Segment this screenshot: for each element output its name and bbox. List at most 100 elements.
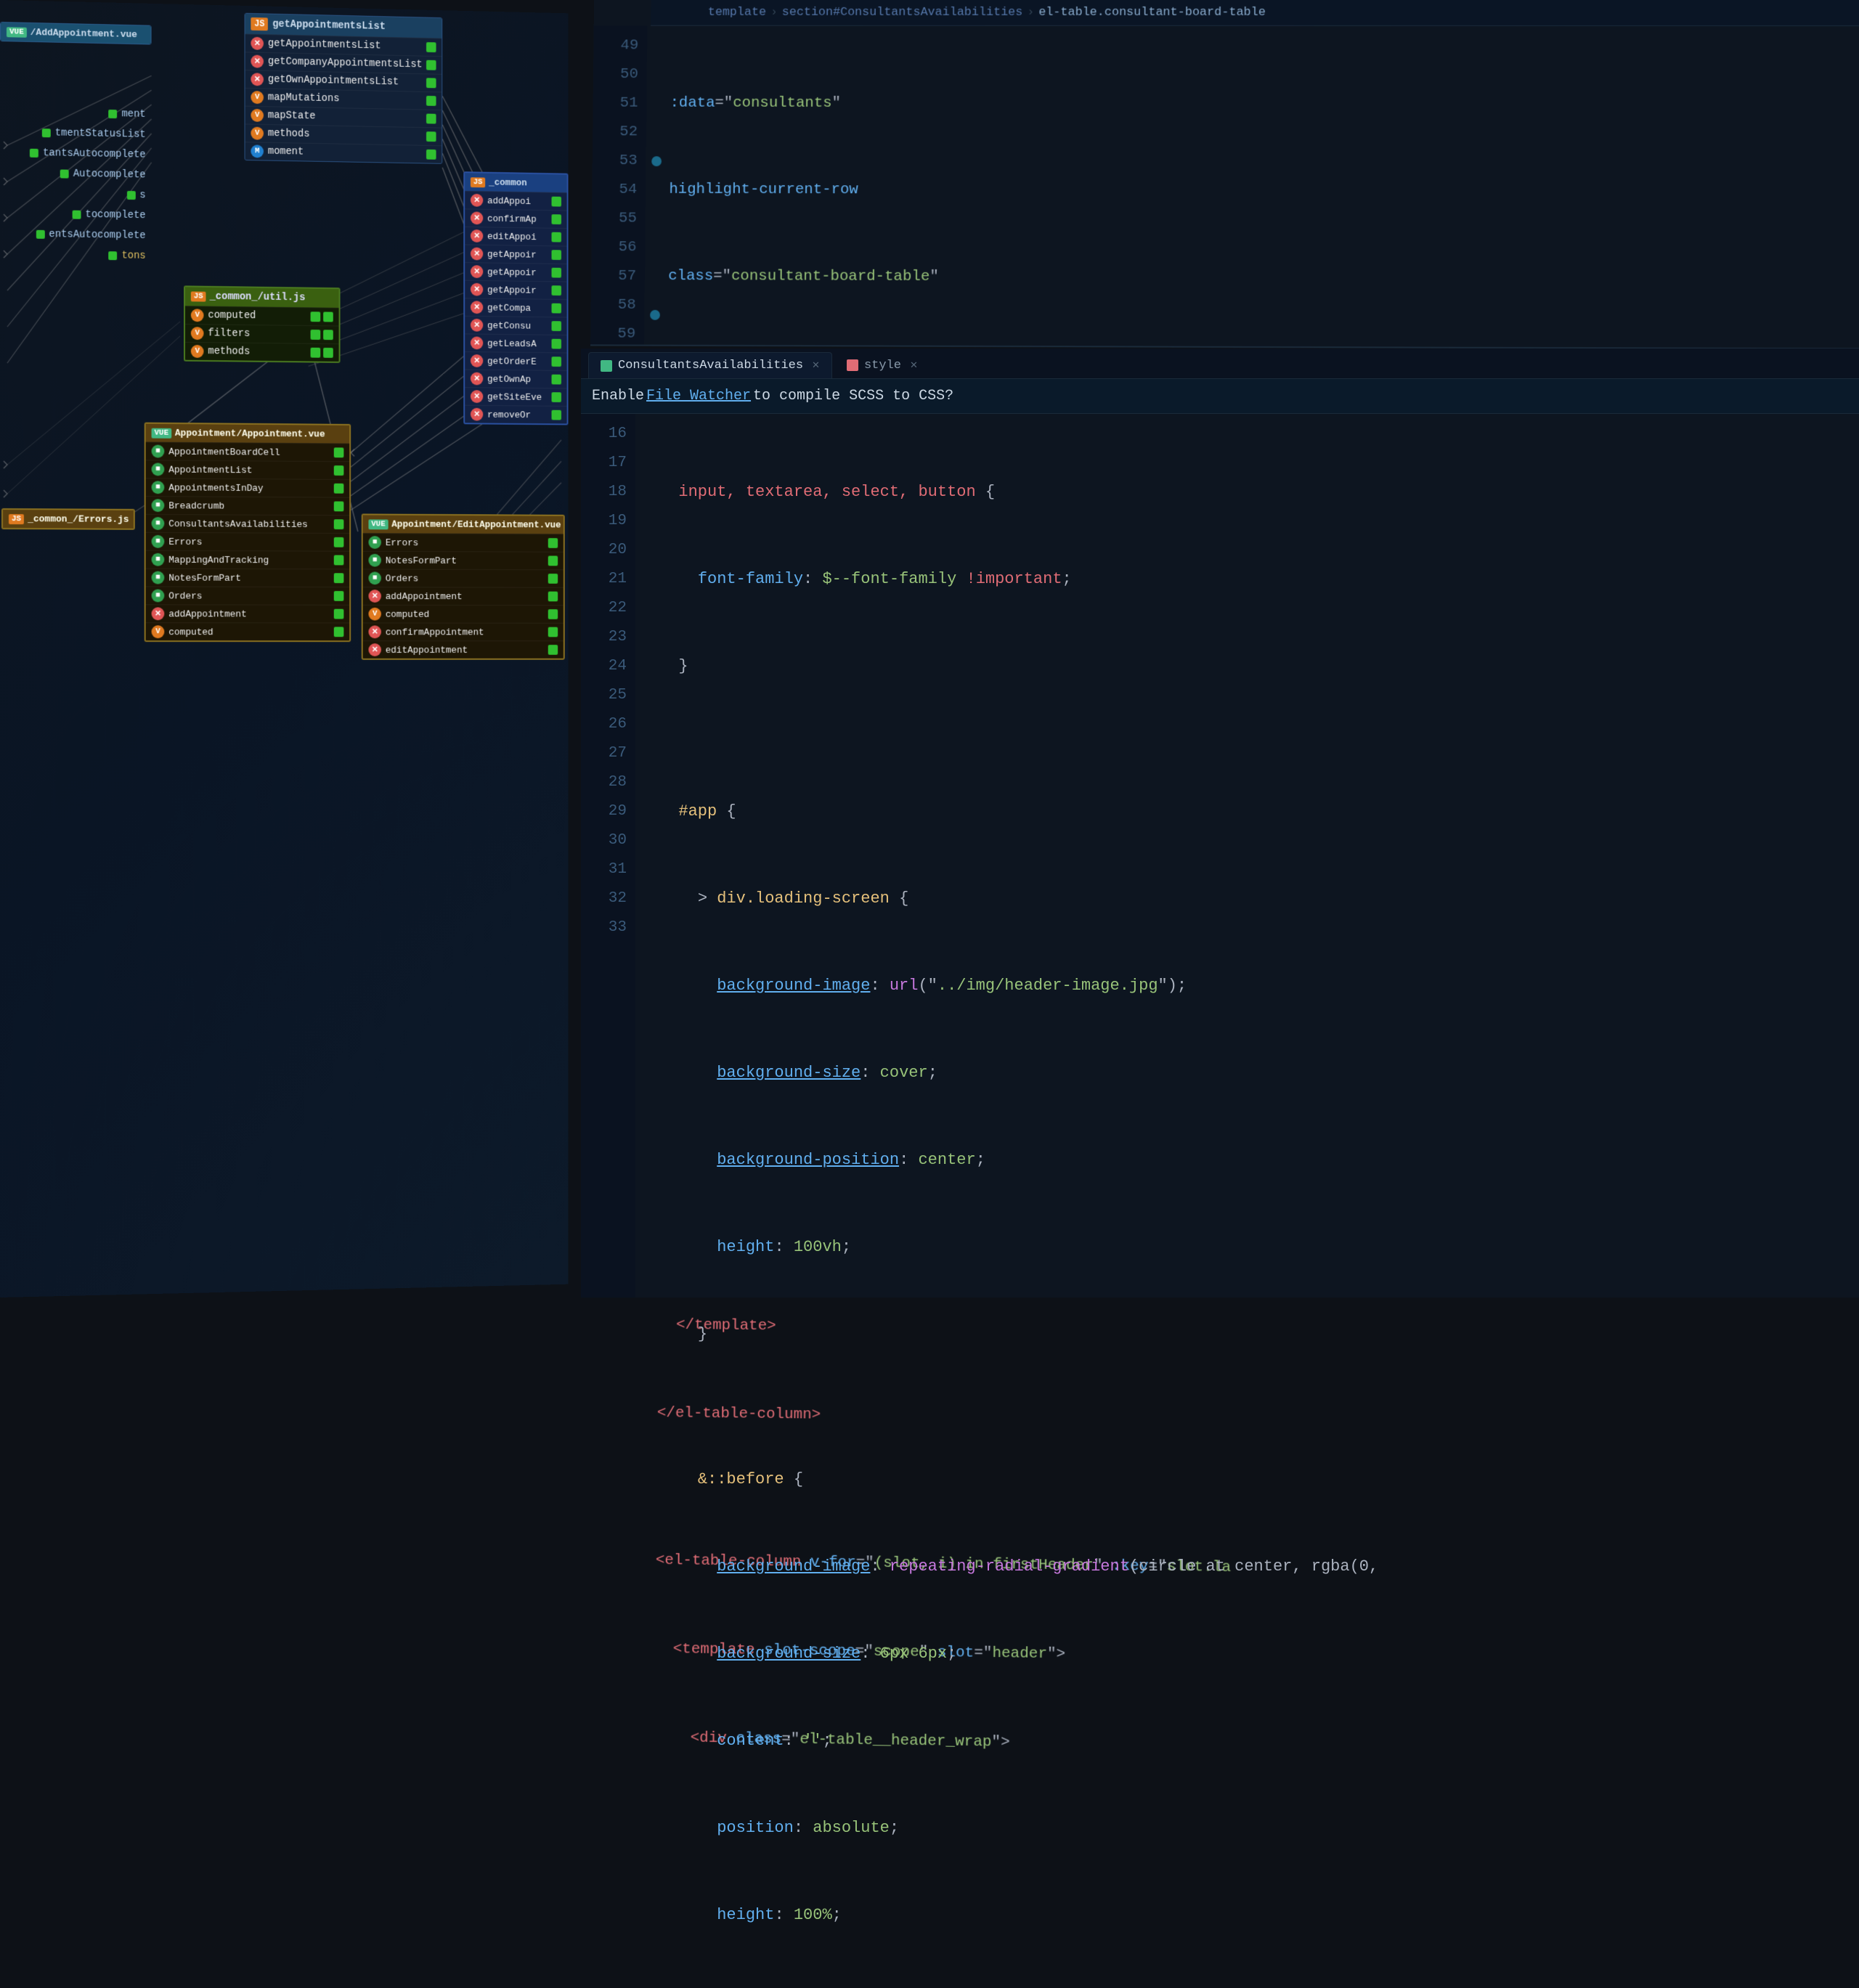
item-icon: ✕ (471, 354, 483, 367)
item-icon: ✕ (471, 319, 483, 332)
connector (311, 311, 321, 322)
tab-close-icon[interactable]: ✕ (910, 360, 918, 371)
item-icon: ■ (152, 499, 165, 512)
item-icon: V (251, 127, 264, 140)
tab-label: ConsultantsAvailabilities (618, 359, 803, 372)
connector (334, 627, 344, 637)
left-item: ment (1, 102, 146, 125)
item-icon: ■ (152, 481, 165, 494)
node-item: V computed (185, 306, 339, 325)
left-item: tmentStatusList (1, 122, 146, 145)
item-icon: ✕ (471, 283, 483, 296)
connector (552, 410, 561, 420)
node-item: ✕ addAppoi (465, 191, 566, 211)
left-items: ment tmentStatusList tantsAutocomplete A… (1, 102, 146, 266)
item-icon: V (152, 625, 165, 638)
css-icon (847, 359, 858, 371)
connector (426, 78, 436, 88)
node-item: V methods (185, 342, 339, 362)
connector (548, 645, 558, 655)
fw-link[interactable]: File Watcher (646, 388, 751, 404)
left-item: Autocomplete (1, 163, 146, 185)
errors-node: JS _common_/Errors.js (1, 508, 135, 530)
node-item: ■ AppointmentList (146, 460, 350, 479)
node-item: ✕ getAppoir (465, 280, 566, 299)
node-item: ✕ getLeadsA (465, 333, 566, 352)
connector (552, 232, 561, 243)
node-item: ✕ getAppoir (465, 245, 566, 264)
connector (334, 465, 344, 476)
item-icon: ✕ (471, 194, 483, 207)
item-icon: ✕ (471, 229, 483, 243)
connector (334, 501, 344, 511)
item-icon: ✕ (471, 372, 483, 386)
connector (334, 591, 344, 601)
node-item: ■ MappingAndTracking (146, 550, 350, 569)
code-content-bottom: input, textarea, select, button { font-f… (659, 420, 1852, 1988)
node-item: ■ NotesFormPart (146, 569, 350, 587)
item-icon: ■ (368, 554, 381, 567)
connector (426, 96, 436, 106)
graph-panel: JS getAppointmentsList ✕ getAppointments… (0, 0, 569, 1298)
connector (334, 537, 344, 547)
item-icon: V (191, 327, 204, 340)
item-icon: ✕ (368, 590, 381, 603)
connector (334, 573, 344, 583)
connector (426, 60, 436, 70)
item-icon: ✕ (471, 211, 483, 224)
fw-text2: to compile SCSS to CSS? (753, 388, 953, 404)
item-icon: ■ (152, 589, 165, 602)
connector (334, 447, 344, 457)
code-bottom-panel: ConsultantsAvailabilities ✕ style ✕ Enab… (581, 349, 1859, 1298)
tab-style[interactable]: style ✕ (835, 352, 930, 378)
connector (426, 42, 436, 52)
node-item: ■ Errors (363, 533, 564, 552)
left-item: tantsAutocomplete (1, 142, 146, 165)
connector (552, 304, 561, 314)
node-item: ■ Orders (146, 586, 350, 604)
connector (552, 197, 561, 207)
node-item: ■ AppointmentsInDay (146, 478, 350, 497)
gutter-icons (644, 26, 669, 345)
edit-appointment-node: VUE Appointment/EditAppointment.vue ■ Er… (362, 513, 565, 659)
connector (311, 330, 321, 340)
item-icon: V (251, 91, 264, 104)
item-icon: ✕ (471, 248, 483, 261)
vue-icon (601, 360, 612, 372)
tab-consultants[interactable]: ConsultantsAvailabilities ✕ (588, 352, 832, 378)
item-icon: ✕ (368, 643, 381, 656)
node-item: ■ Breadcrumb (146, 496, 350, 515)
connector (552, 214, 561, 224)
tab-label: style (864, 359, 901, 372)
node-item: ✕ getOrderE (465, 351, 566, 370)
tab-bar[interactable]: ConsultantsAvailabilities ✕ style ✕ (581, 349, 1859, 379)
file-watcher-bar: Enable File Watcher to compile SCSS to C… (581, 379, 1859, 414)
tab-close-icon[interactable]: ✕ (812, 360, 820, 371)
connector (552, 250, 561, 260)
connector (548, 574, 558, 584)
connector (311, 348, 321, 358)
item-icon: M (251, 144, 264, 158)
node-item: ✕ getAppoir (465, 262, 566, 281)
node-item: M moment (245, 142, 442, 163)
node-item: ✕ confirmAp (465, 208, 566, 228)
left-item: tocomplete (1, 203, 146, 226)
connector (552, 268, 561, 278)
item-icon: ■ (152, 571, 165, 584)
connector (426, 131, 436, 142)
connector (334, 484, 344, 494)
node-item: V computed (146, 622, 350, 640)
item-icon: V (191, 345, 204, 358)
util-node: JS _common_/util.js V computed V filters… (184, 285, 341, 363)
node-item: ✕ addAppointment (363, 587, 564, 605)
item-icon: ✕ (471, 301, 483, 314)
connector (552, 285, 561, 296)
item-icon: ■ (152, 535, 165, 548)
node-item: ■ Errors (146, 532, 350, 551)
connector (552, 357, 561, 367)
node-item: ■ ConsultantsAvailabilities (146, 514, 350, 533)
bc-table: el-table.consultant-board-table (1038, 6, 1266, 20)
connector-expand (323, 311, 333, 322)
item-icon: ■ (152, 445, 165, 458)
item-icon: ■ (152, 553, 165, 566)
